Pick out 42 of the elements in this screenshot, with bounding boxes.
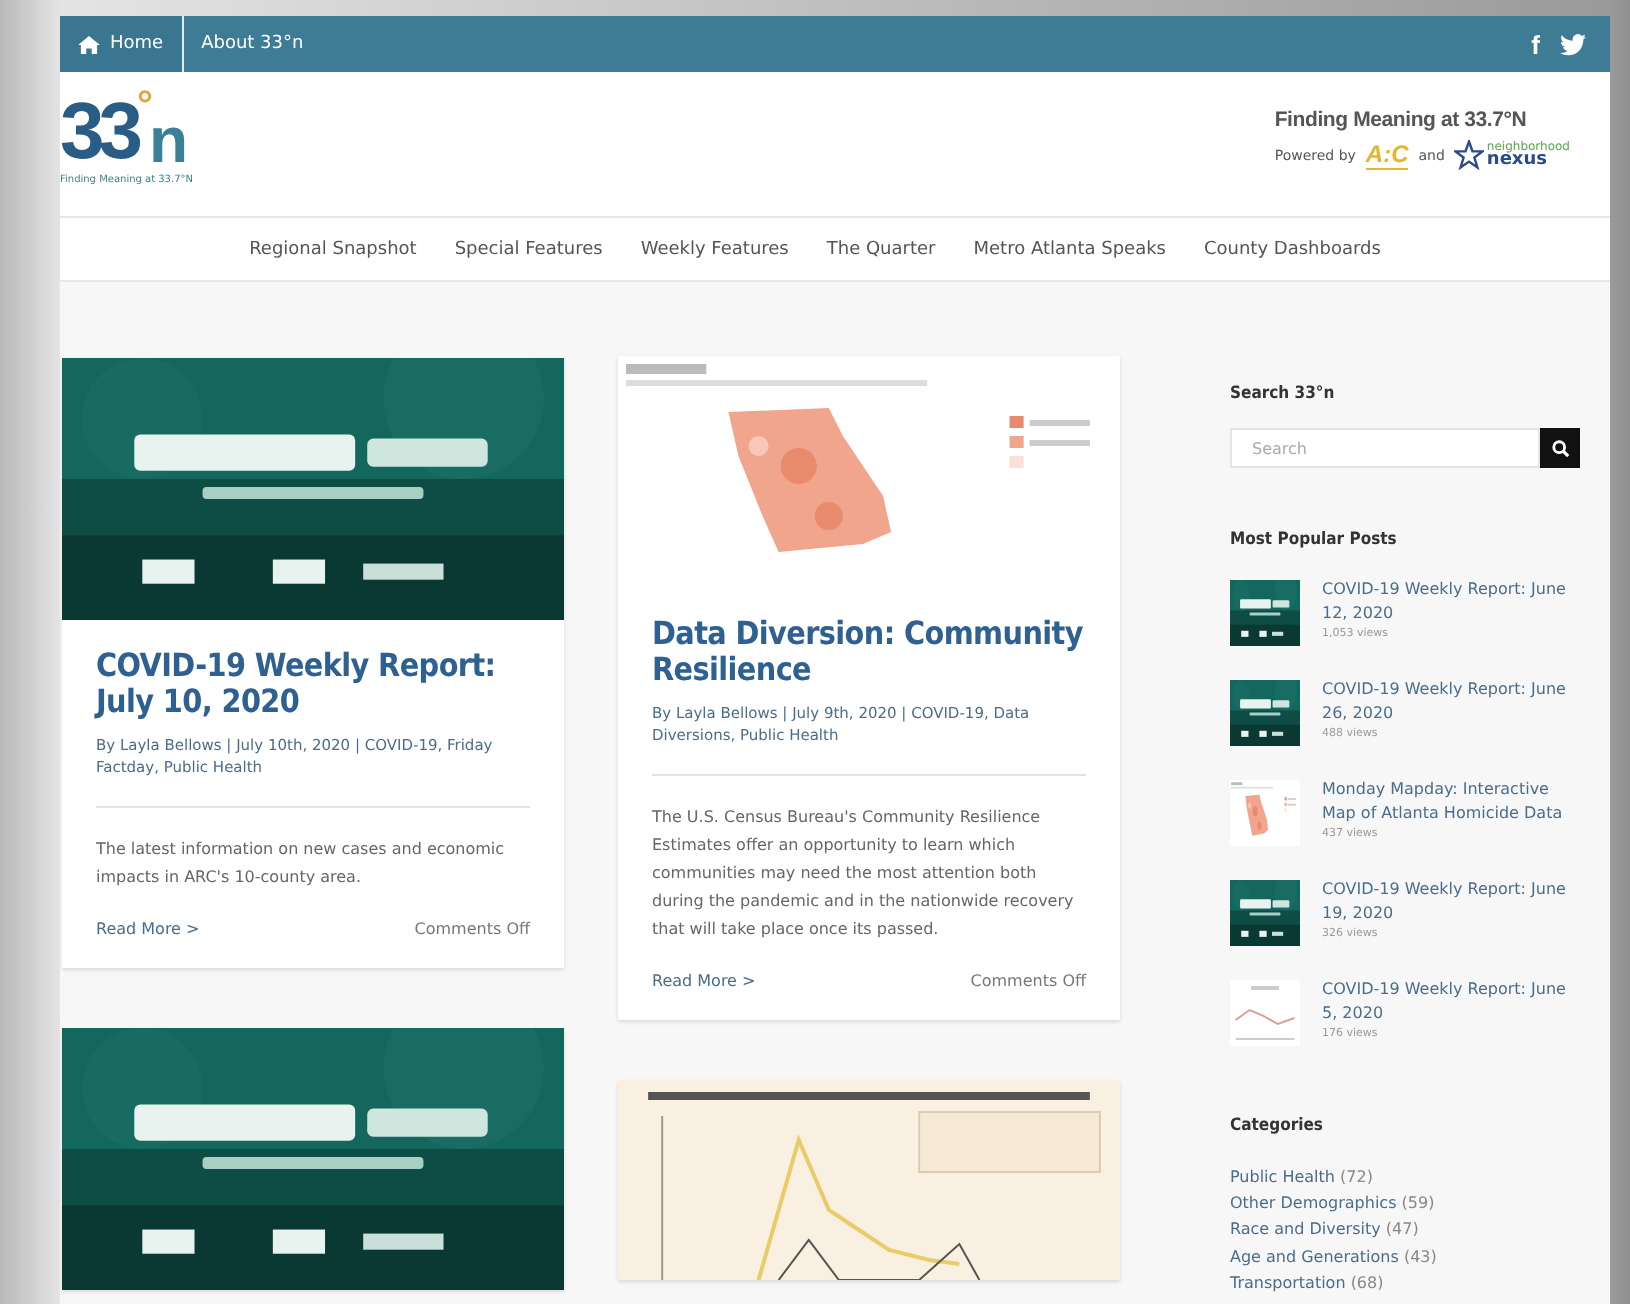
post-title[interactable]: Data Diversion: Community Resilience [652,616,1086,690]
search-icon [1551,439,1569,457]
post-excerpt: The latest information on new cases and economic impacts in ARC's 10-county area. [96,838,507,891]
comments-status: Comments Off [970,972,1086,991]
nav-link[interactable]: Regional Snapshot [249,239,417,259]
nav-link[interactable]: Metro Atlanta Speaks [973,239,1166,259]
popular-post-link[interactable]: COVID-19 Weekly Report: June 26, 2020 [1322,678,1580,728]
category-link[interactable]: Public Health [1230,1168,1335,1186]
popular-post-link[interactable]: Monday Mapday: Interactive Map of Atlanta Homicide Data [1322,778,1580,828]
popular-post-link[interactable]: COVID-19 Weekly Report: June 5, 2020 [1322,978,1580,1028]
search-button[interactable] [1540,428,1580,468]
home-icon [78,35,100,53]
post-count: (68) [1350,1273,1384,1292]
nav-link[interactable]: Special Features [454,239,603,259]
nav-link[interactable]: Weekly Features [640,239,789,259]
read-more-link[interactable]: Read More > [652,972,756,991]
popular-post-link[interactable]: COVID-19 Weekly Report: June 12, 2020 [1322,578,1580,628]
widget-title: Search 33°n [1230,384,1337,404]
category-link[interactable]: Other Demographics [1230,1194,1397,1213]
post-count: (43) [1403,1247,1437,1266]
top-nav-link[interactable]: Home [60,16,184,72]
post-count: (47) [1385,1220,1419,1239]
post-excerpt: The U.S. Census Bureau's Community Resilience Estimates offer an opportunity to learn which communities may need the most attention both during the pandemic and in the nationwide recovery that will take place once its passed. [652,806,1076,943]
category-link[interactable]: Race and Diversity [1230,1220,1381,1239]
site-tagline: Finding Meaning at 33.7°N [1274,108,1527,132]
top-nav-link[interactable]: About 33°n [183,16,322,72]
search-field[interactable]: Search [1230,428,1540,468]
widget-title: Categories [1230,1116,1325,1136]
read-more-link[interactable]: Read More > [96,920,200,939]
category-link[interactable]: Transportation [1230,1273,1346,1292]
facebook-link[interactable]: f [1531,29,1540,59]
twitter-link[interactable] [1560,33,1586,55]
nav-link[interactable]: County Dashboards [1203,239,1381,259]
post-count: (72) [1340,1168,1373,1186]
category-link[interactable]: Age and Generations [1230,1247,1399,1266]
post-title[interactable]: COVID-19 Weekly Report: July 10, 2020 [96,648,530,722]
nav-link[interactable]: The Quarter [826,239,936,259]
comments-status: Comments Off [414,920,530,939]
post-count: (59) [1401,1194,1435,1213]
bird-icon [1560,33,1586,55]
popular-post-link[interactable]: COVID-19 Weekly Report: June 19, 2020 [1322,878,1580,928]
widget-title: Most Popular Posts [1230,530,1399,550]
